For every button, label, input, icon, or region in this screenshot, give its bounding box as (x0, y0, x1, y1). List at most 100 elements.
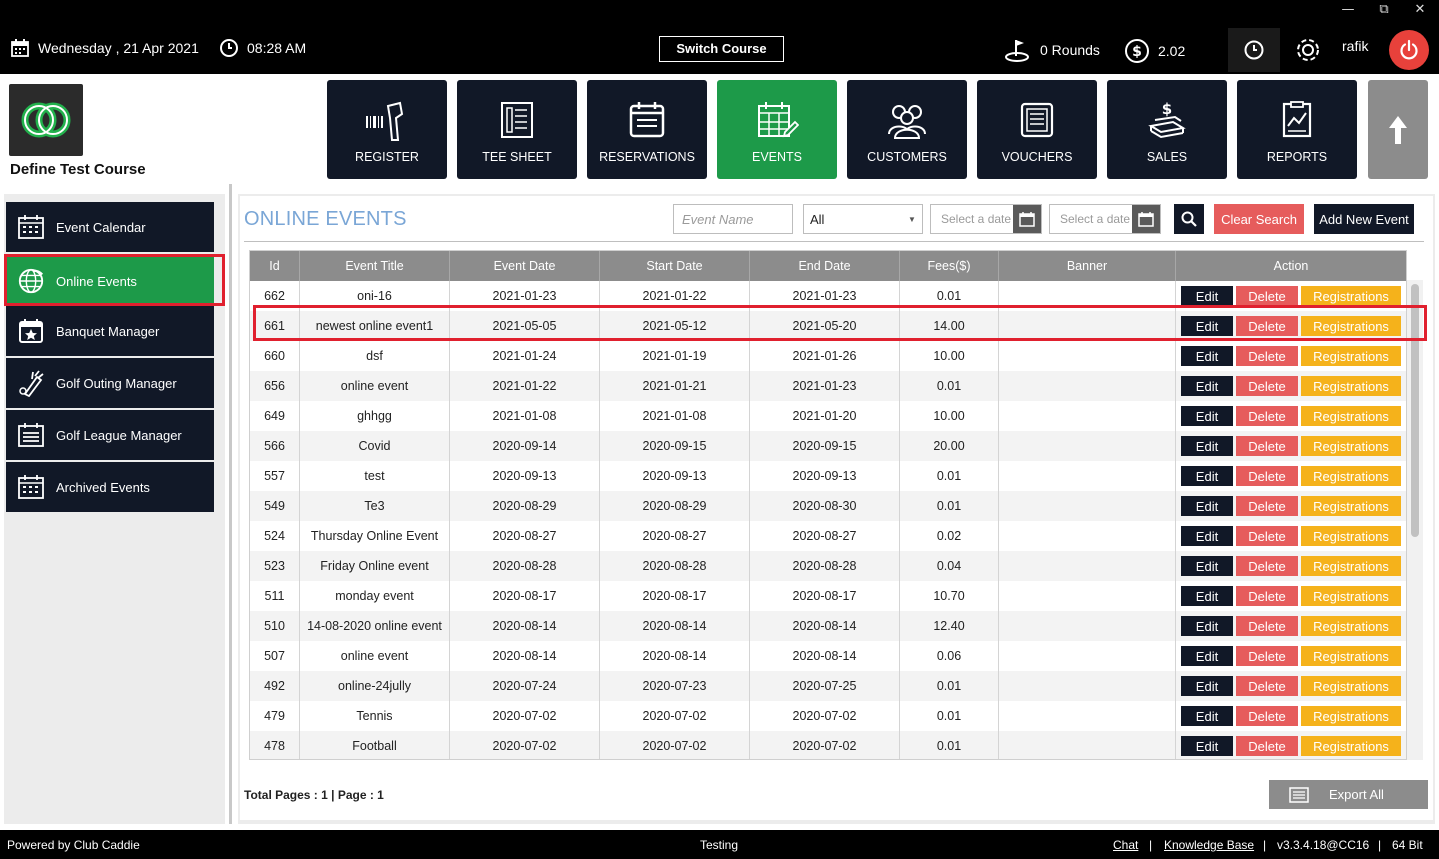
nav-customers[interactable]: CUSTOMERS (847, 80, 967, 179)
column-header-id[interactable]: Id (250, 251, 300, 281)
edit-button[interactable]: Edit (1181, 736, 1233, 756)
table-scrollbar[interactable] (1407, 280, 1423, 760)
registrations-button[interactable]: Registrations (1301, 676, 1401, 696)
sidebar-item-banquet-manager[interactable]: Banquet Manager (6, 306, 214, 356)
panel-splitter[interactable] (229, 184, 232, 824)
table-row[interactable]: 661 newest online event1 2021-05-05 2021-05… (250, 311, 1406, 341)
nav-tee-sheet[interactable]: TEE SHEET (457, 80, 577, 179)
table-row[interactable]: 479 Tennis 2020-07-02 2020-07-02 2020-07-02 0… (250, 701, 1406, 731)
sidebar-item-online-events[interactable]: Online Events (6, 256, 214, 306)
table-row[interactable]: 656 online event 2021-01-22 2021-01-21 2021-… (250, 371, 1406, 401)
switch-course-button[interactable]: Switch Course (659, 36, 784, 62)
edit-button[interactable]: Edit (1181, 646, 1233, 666)
delete-button[interactable]: Delete (1236, 736, 1298, 756)
delete-button[interactable]: Delete (1236, 556, 1298, 576)
sidebar-item-golf-league-manager[interactable]: Golf League Manager (6, 410, 214, 460)
nav-reservations[interactable]: RESERVATIONS (587, 80, 707, 179)
registrations-button[interactable]: Registrations (1301, 406, 1401, 426)
delete-button[interactable]: Delete (1236, 346, 1298, 366)
nav-sales[interactable]: $ SALES (1107, 80, 1227, 179)
column-header-event-date[interactable]: Event Date (450, 251, 600, 281)
delete-button[interactable]: Delete (1236, 496, 1298, 516)
table-row[interactable]: 478 Football 2020-07-02 2020-07-02 2020-07-0… (250, 731, 1406, 759)
calendar-icon[interactable] (1013, 205, 1041, 233)
registrations-button[interactable]: Registrations (1301, 376, 1401, 396)
edit-button[interactable]: Edit (1181, 556, 1233, 576)
export-all-button[interactable]: Export All (1269, 780, 1428, 809)
start-date-picker[interactable]: Select a date (930, 204, 1042, 234)
table-row[interactable]: 549 Te3 2020-08-29 2020-08-29 2020-08-30 0.01… (250, 491, 1406, 521)
sidebar-item-archived-events[interactable]: Archived Events (6, 462, 214, 512)
table-row[interactable]: 566 Covid 2020-09-14 2020-09-15 2020-09-15 20… (250, 431, 1406, 461)
sidebar-item-golf-outing-manager[interactable]: Golf Outing Manager (6, 358, 214, 408)
restore-icon[interactable]: ⧉ (1373, 2, 1395, 17)
registrations-button[interactable]: Registrations (1301, 466, 1401, 486)
edit-button[interactable]: Edit (1181, 316, 1233, 336)
scrollbar-thumb[interactable] (1411, 284, 1419, 537)
event-name-input[interactable] (674, 205, 792, 233)
column-header-start-date[interactable]: Start Date (600, 251, 750, 281)
nav-reports[interactable]: REPORTS (1237, 80, 1357, 179)
nav-register[interactable]: REGISTER (327, 80, 447, 179)
table-row[interactable]: 510 14-08-2020 online event 2020-08-14 2020… (250, 611, 1406, 641)
calendar-icon[interactable] (1132, 205, 1160, 233)
nav-vouchers[interactable]: VOUCHERS (977, 80, 1097, 179)
table-row[interactable]: 511 monday event 2020-08-17 2020-08-17 2020-… (250, 581, 1406, 611)
edit-button[interactable]: Edit (1181, 706, 1233, 726)
registrations-button[interactable]: Registrations (1301, 496, 1401, 516)
search-button[interactable] (1174, 204, 1204, 234)
edit-button[interactable]: Edit (1181, 406, 1233, 426)
delete-button[interactable]: Delete (1236, 406, 1298, 426)
user-display[interactable]: rafik (1342, 38, 1368, 54)
table-row[interactable]: 649 ghhgg 2021-01-08 2021-01-08 2021-01-20 10… (250, 401, 1406, 431)
edit-button[interactable]: Edit (1181, 526, 1233, 546)
edit-button[interactable]: Edit (1181, 376, 1233, 396)
table-row[interactable]: 524 Thursday Online Event 2020-08-27 2020-0… (250, 521, 1406, 551)
delete-button[interactable]: Delete (1236, 436, 1298, 456)
close-icon[interactable]: ✕ (1409, 2, 1431, 17)
registrations-button[interactable]: Registrations (1301, 556, 1401, 576)
delete-button[interactable]: Delete (1236, 376, 1298, 396)
table-row[interactable]: 662 oni-16 2021-01-23 2021-01-22 2021-01-23 0… (250, 281, 1406, 311)
delete-button[interactable]: Delete (1236, 706, 1298, 726)
knowledge-base-link[interactable]: Knowledge Base (1164, 838, 1254, 852)
event-name-field[interactable] (673, 204, 793, 234)
clear-search-button[interactable]: Clear Search (1214, 204, 1304, 234)
table-row[interactable]: 660 dsf 2021-01-24 2021-01-19 2021-01-26 10.0… (250, 341, 1406, 371)
registrations-button[interactable]: Registrations (1301, 436, 1401, 456)
end-date-picker[interactable]: Select a date (1049, 204, 1161, 234)
column-header-banner[interactable]: Banner (999, 251, 1176, 281)
registrations-button[interactable]: Registrations (1301, 316, 1401, 336)
table-row[interactable]: 557 test 2020-09-13 2020-09-13 2020-09-13 0.0… (250, 461, 1406, 491)
delete-button[interactable]: Delete (1236, 466, 1298, 486)
edit-button[interactable]: Edit (1181, 496, 1233, 516)
delete-button[interactable]: Delete (1236, 646, 1298, 666)
edit-button[interactable]: Edit (1181, 436, 1233, 456)
registrations-button[interactable]: Registrations (1301, 706, 1401, 726)
table-row[interactable]: 507 online event 2020-08-14 2020-08-14 2020-… (250, 641, 1406, 671)
add-new-event-button[interactable]: Add New Event (1314, 204, 1414, 234)
table-row[interactable]: 492 online-24jully 2020-07-24 2020-07-23 202… (250, 671, 1406, 701)
registrations-button[interactable]: Registrations (1301, 526, 1401, 546)
delete-button[interactable]: Delete (1236, 616, 1298, 636)
delete-button[interactable]: Delete (1236, 286, 1298, 306)
chat-link[interactable]: Chat (1113, 838, 1138, 852)
registrations-button[interactable]: Registrations (1301, 646, 1401, 666)
sidebar-item-event-calendar[interactable]: Event Calendar (6, 202, 214, 252)
status-select[interactable]: All ▼ (803, 204, 923, 234)
registrations-button[interactable]: Registrations (1301, 286, 1401, 306)
registrations-button[interactable]: Registrations (1301, 736, 1401, 756)
nav-events[interactable]: EVENTS (717, 80, 837, 179)
registrations-button[interactable]: Registrations (1301, 616, 1401, 636)
settings-button[interactable] (1294, 36, 1322, 64)
delete-button[interactable]: Delete (1236, 316, 1298, 336)
edit-button[interactable]: Edit (1181, 346, 1233, 366)
edit-button[interactable]: Edit (1181, 466, 1233, 486)
edit-button[interactable]: Edit (1181, 616, 1233, 636)
delete-button[interactable]: Delete (1236, 526, 1298, 546)
logout-button[interactable] (1389, 30, 1429, 70)
table-row[interactable]: 523 Friday Online event 2020-08-28 2020-08-… (250, 551, 1406, 581)
column-header-event-title[interactable]: Event Title (300, 251, 450, 281)
minimize-icon[interactable]: — (1337, 2, 1359, 17)
edit-button[interactable]: Edit (1181, 676, 1233, 696)
